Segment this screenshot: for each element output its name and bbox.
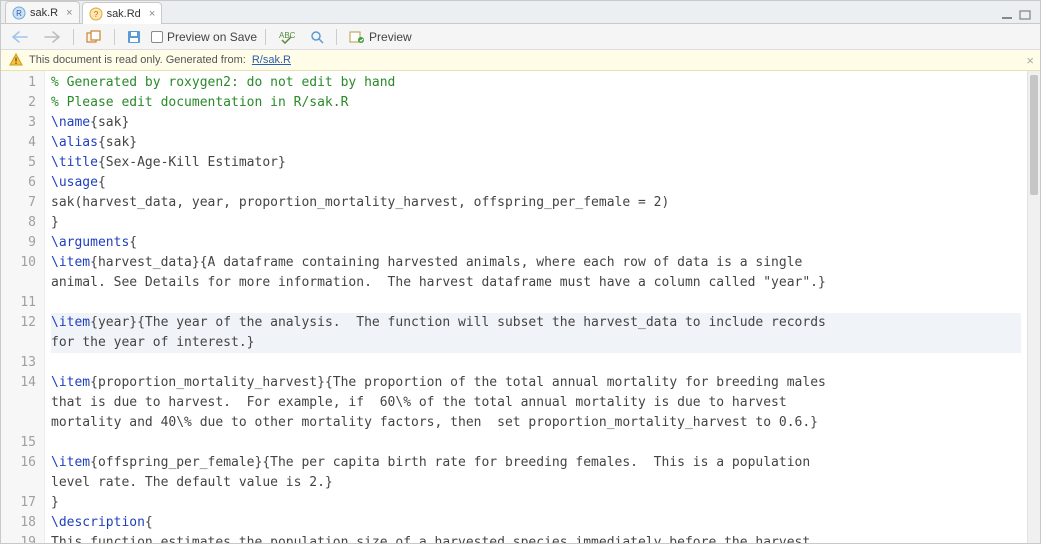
preview-icon	[349, 30, 365, 44]
code-line[interactable]: that is due to harvest. For example, if …	[51, 393, 1021, 413]
code-line[interactable]: mortality and 40\% due to other mortalit…	[51, 413, 1021, 433]
code-line[interactable]: \usage{	[51, 173, 1021, 193]
minimize-pane-icon[interactable]	[1000, 9, 1016, 23]
separator	[114, 29, 115, 45]
code-line[interactable]: level rate. The default value is 2.}	[51, 473, 1021, 493]
tab-bar: R sak.R × ? sak.Rd ×	[1, 1, 1040, 24]
scrollbar-thumb[interactable]	[1030, 75, 1038, 195]
svg-text:?: ?	[93, 10, 98, 19]
code-line[interactable]: \item{year}{The year of the analysis. Th…	[51, 313, 1021, 333]
vertical-scrollbar[interactable]	[1027, 71, 1040, 543]
spellcheck-button[interactable]: ABC	[274, 28, 300, 46]
forward-button[interactable]	[39, 28, 65, 46]
code-line[interactable]: }	[51, 493, 1021, 513]
code-line[interactable]	[51, 433, 1021, 453]
save-button[interactable]	[123, 28, 145, 46]
back-button[interactable]	[7, 28, 33, 46]
tab-label: sak.Rd	[107, 8, 141, 20]
code-line[interactable]: \item{harvest_data}{A dataframe containi…	[51, 253, 1021, 273]
code-line[interactable]: \name{sak}	[51, 113, 1021, 133]
separator	[336, 29, 337, 45]
save-icon	[127, 30, 141, 44]
r-file-icon: R	[12, 6, 26, 20]
tab-sak-r[interactable]: R sak.R ×	[5, 1, 80, 23]
find-button[interactable]	[306, 28, 328, 46]
search-icon	[310, 30, 324, 44]
code-line[interactable]: \alias{sak}	[51, 133, 1021, 153]
readonly-banner: This document is read only. Generated fr…	[1, 50, 1040, 71]
preview-on-save-checkbox[interactable]: Preview on Save	[151, 30, 257, 44]
preview-label: Preview	[369, 30, 412, 44]
code-line[interactable]: \item{offspring_per_female}{The per capi…	[51, 453, 1021, 473]
banner-text: This document is read only. Generated fr…	[29, 54, 246, 66]
forward-arrow-icon	[43, 30, 61, 44]
code-line[interactable]: }	[51, 213, 1021, 233]
close-icon[interactable]: ×	[149, 8, 155, 20]
tab-sak-rd[interactable]: ? sak.Rd ×	[82, 2, 163, 24]
code-line[interactable]: \description{	[51, 513, 1021, 533]
code-line[interactable]	[51, 293, 1021, 313]
window-controls	[1000, 9, 1034, 23]
close-icon[interactable]: ×	[66, 7, 72, 19]
code-line[interactable]: % Please edit documentation in R/sak.R	[51, 93, 1021, 113]
show-in-new-window-button[interactable]	[82, 28, 106, 46]
close-icon[interactable]: ×	[1026, 53, 1034, 68]
code-line[interactable]: This function estimates the population s…	[51, 533, 1021, 543]
maximize-pane-icon[interactable]	[1018, 9, 1034, 23]
code-area[interactable]: % Generated by roxygen2: do not edit by …	[45, 71, 1027, 543]
checkbox-box	[151, 31, 163, 43]
toolbar: Preview on Save ABC Preview	[1, 24, 1040, 50]
separator	[73, 29, 74, 45]
code-line[interactable]: for the year of interest.}	[51, 333, 1021, 353]
separator	[265, 29, 266, 45]
code-line[interactable]: sak(harvest_data, year, proportion_morta…	[51, 193, 1021, 213]
spellcheck-icon: ABC	[278, 30, 296, 44]
rd-file-icon: ?	[89, 7, 103, 21]
tab-label: sak.R	[30, 7, 58, 19]
popout-icon	[86, 30, 102, 44]
back-arrow-icon	[11, 30, 29, 44]
preview-button[interactable]: Preview	[345, 28, 416, 46]
editor[interactable]: 12345678910.1112.1314..1516.171819. % Ge…	[1, 71, 1040, 543]
line-gutter: 12345678910.1112.1314..1516.171819.	[1, 71, 45, 543]
code-line[interactable]: % Generated by roxygen2: do not edit by …	[51, 73, 1021, 93]
svg-text:ABC: ABC	[279, 31, 296, 40]
code-line[interactable]: \title{Sex-Age-Kill Estimator}	[51, 153, 1021, 173]
warning-icon	[9, 53, 23, 67]
code-line[interactable]: \item{proportion_mortality_harvest}{The …	[51, 373, 1021, 393]
code-line[interactable]	[51, 353, 1021, 373]
checkbox-label: Preview on Save	[167, 30, 257, 44]
code-line[interactable]: animal. See Details for more information…	[51, 273, 1021, 293]
banner-link[interactable]: R/sak.R	[252, 54, 291, 66]
svg-text:R: R	[16, 9, 22, 18]
code-line[interactable]: \arguments{	[51, 233, 1021, 253]
